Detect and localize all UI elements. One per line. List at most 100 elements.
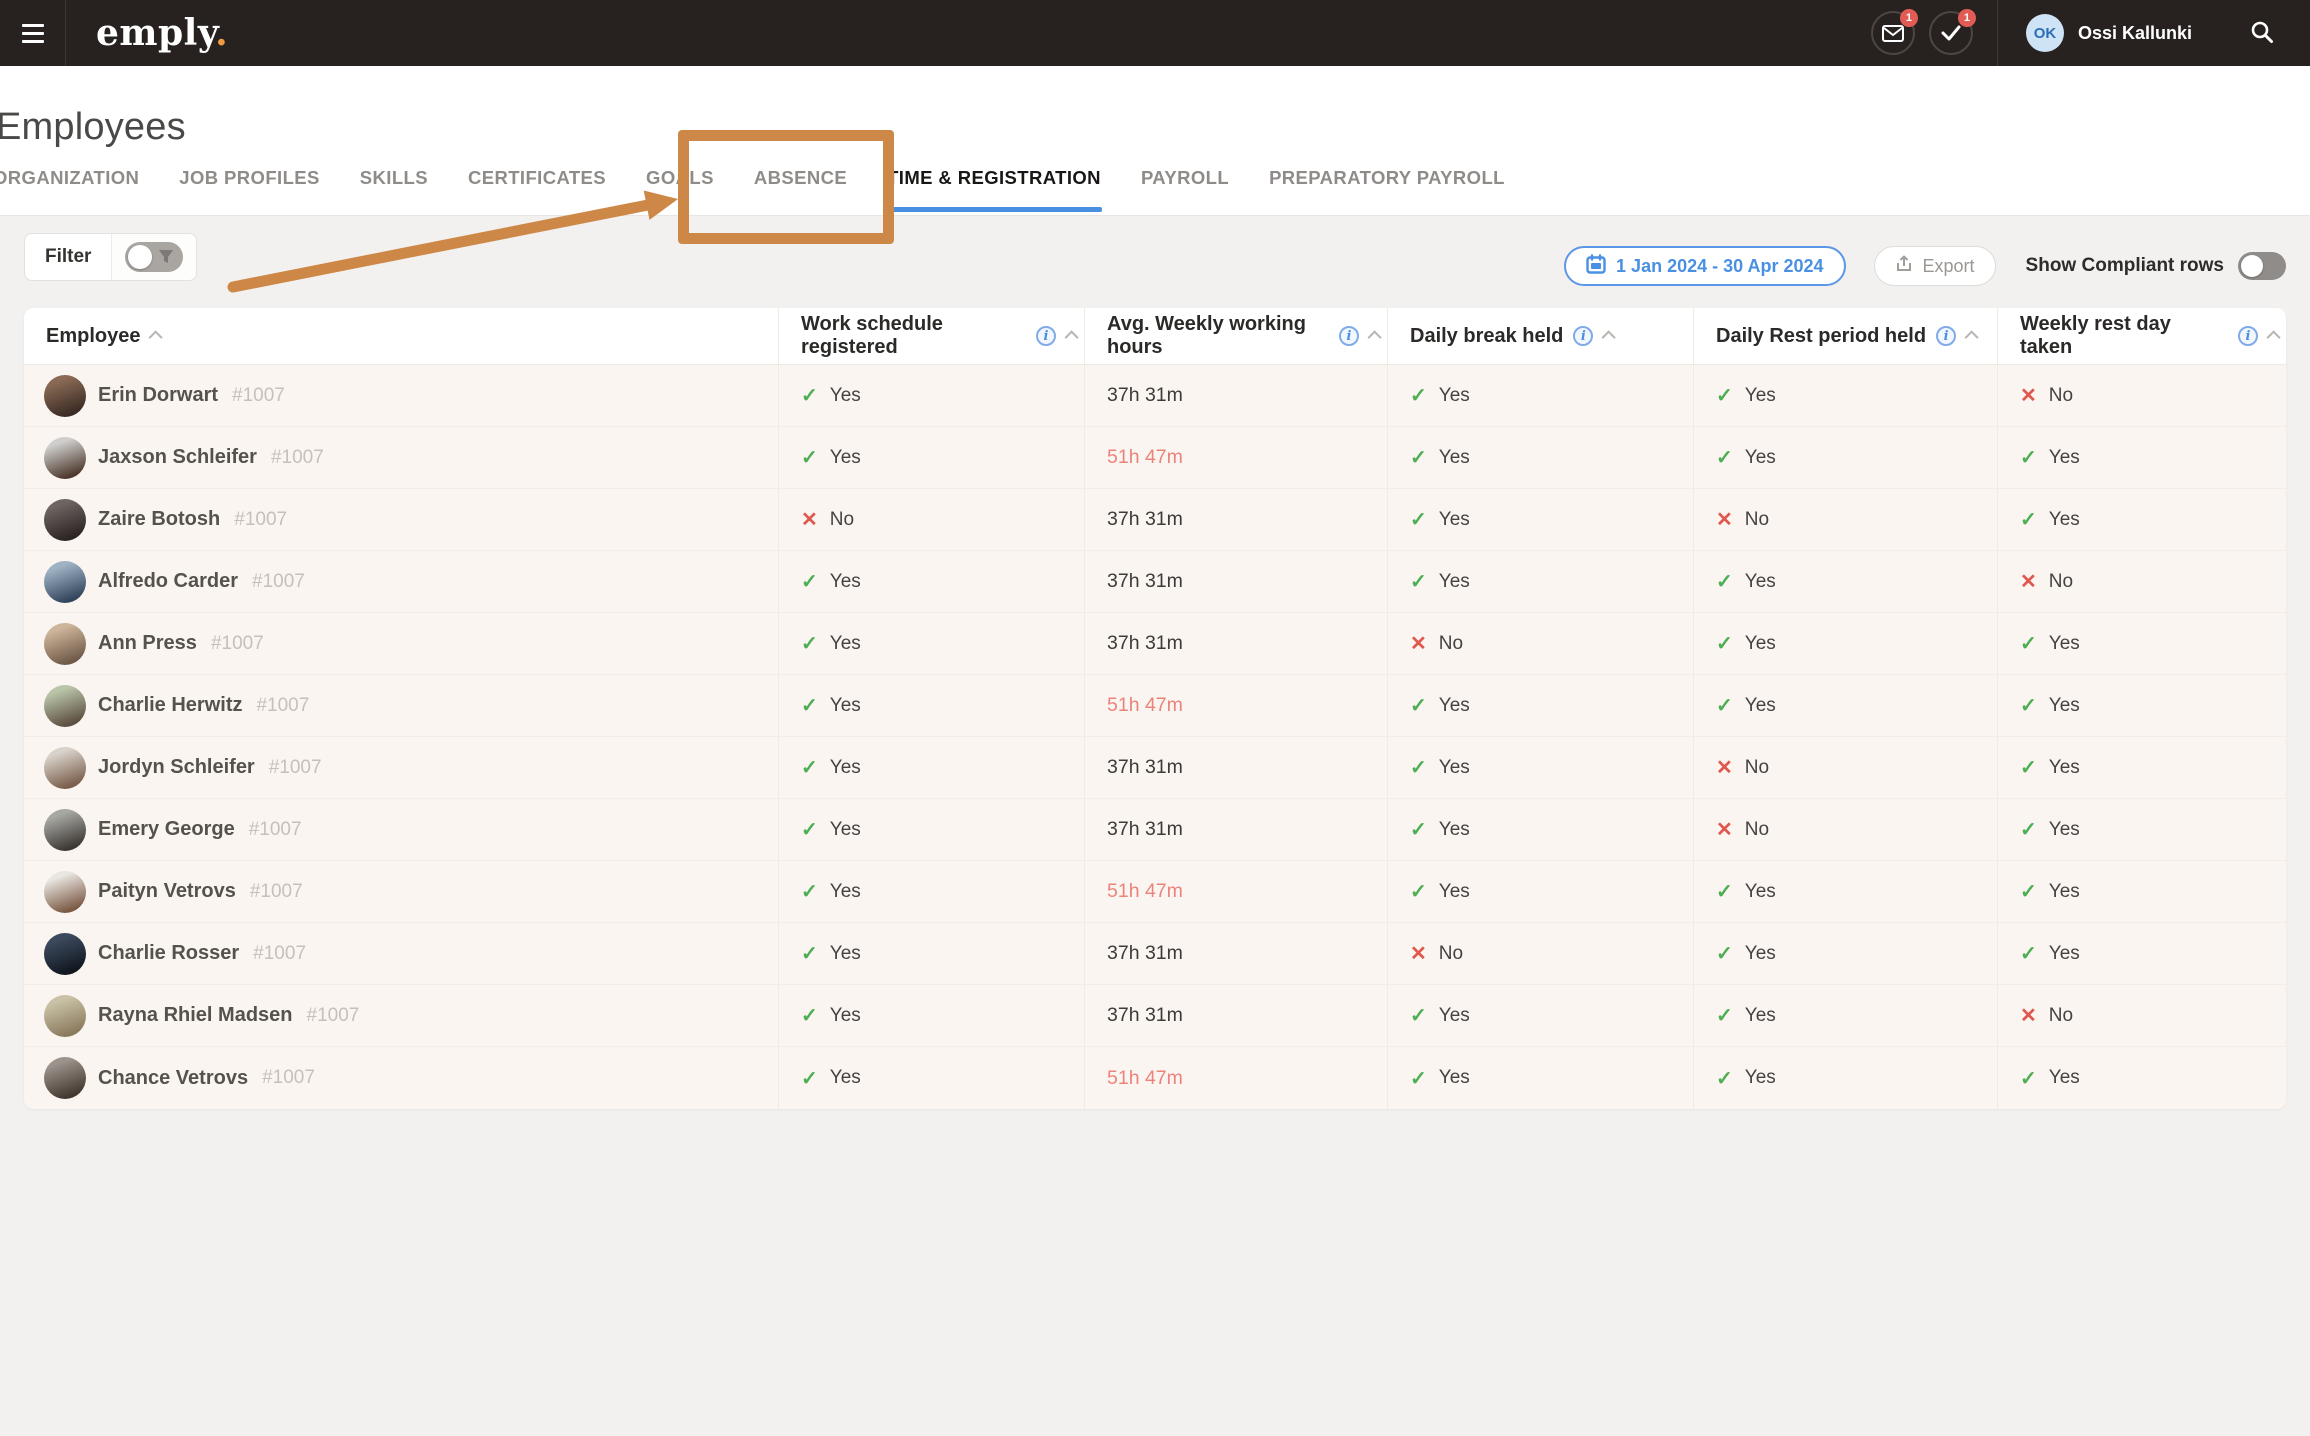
work-schedule-cell: ✓Yes: [778, 427, 1084, 488]
employee-id: #1007: [253, 943, 306, 965]
daily-break-cell-value: Yes: [1439, 385, 1470, 407]
filter-toggle[interactable]: [125, 242, 183, 272]
daily-break-cell: ✕No: [1387, 923, 1693, 984]
employee-avatar: [44, 747, 86, 789]
check-icon: ✓: [1410, 507, 1427, 532]
table-row[interactable]: Jaxson Schleifer#1007✓Yes51h 47m✓Yes✓Yes…: [24, 427, 2286, 489]
table-row[interactable]: Emery George#1007✓Yes37h 31m✓Yes✕No✓Yes: [24, 799, 2286, 861]
employee-name: Erin Dorwart: [98, 384, 218, 407]
check-icon: ✓: [1716, 631, 1733, 656]
employee-avatar: [44, 871, 86, 913]
tab-skills[interactable]: SKILLS: [340, 167, 448, 215]
checkmark-icon: [1941, 25, 1961, 41]
check-icon: ✓: [1716, 383, 1733, 408]
work-schedule-cell: ✓Yes: [778, 737, 1084, 798]
weekly-rest-cell: ✓Yes: [1997, 1047, 2286, 1109]
avg-hours-value: 37h 31m: [1107, 756, 1183, 779]
export-button[interactable]: Export: [1874, 246, 1996, 286]
tab-goals[interactable]: GOALS: [626, 167, 734, 215]
employee-avatar: [44, 437, 86, 479]
column-header-avg-weekly-working-hours[interactable]: Avg. Weekly working hoursi: [1084, 308, 1387, 364]
weekly-rest-cell: ✓Yes: [1997, 923, 2286, 984]
messages-button[interactable]: 1: [1871, 11, 1915, 55]
check-icon: ✓: [1410, 693, 1427, 718]
work-schedule-cell: ✓Yes: [778, 1047, 1084, 1109]
daily-rest-cell: ✓Yes: [1693, 1047, 1997, 1109]
tasks-button[interactable]: 1: [1929, 11, 1973, 55]
avg-hours-cell: 51h 47m: [1084, 861, 1387, 922]
column-header-work-schedule-registered[interactable]: Work schedule registered i: [778, 308, 1084, 364]
hamburger-menu-button[interactable]: [0, 0, 66, 66]
employee-id: #1007: [262, 1067, 315, 1089]
avg-hours-value: 51h 47m: [1107, 446, 1183, 469]
table-row[interactable]: Charlie Rosser#1007✓Yes37h 31m✕No✓Yes✓Ye…: [24, 923, 2286, 985]
check-icon: ✓: [2020, 755, 2037, 780]
work-schedule-cell-value: Yes: [830, 1067, 861, 1089]
tab-job-profiles[interactable]: JOB PROFILES: [159, 167, 340, 215]
table-row[interactable]: Paityn Vetrovs#1007✓Yes51h 47m✓Yes✓Yes✓Y…: [24, 861, 2286, 923]
work-schedule-cell: ✓Yes: [778, 551, 1084, 612]
tab-time-registration[interactable]: TIME & REGISTRATION: [867, 167, 1121, 215]
daily-rest-cell: ✕No: [1693, 489, 1997, 550]
info-icon[interactable]: i: [1339, 326, 1359, 346]
info-icon[interactable]: i: [1036, 326, 1056, 346]
table-row[interactable]: Rayna Rhiel Madsen#1007✓Yes37h 31m✓Yes✓Y…: [24, 985, 2286, 1047]
check-icon: ✓: [2020, 445, 2037, 470]
column-label: Work schedule registered: [801, 313, 1026, 359]
column-header-employee[interactable]: Employee: [24, 308, 778, 364]
work-schedule-cell: ✓Yes: [778, 675, 1084, 736]
avg-hours-value: 37h 31m: [1107, 508, 1183, 531]
daily-rest-cell-value: Yes: [1745, 633, 1776, 655]
daily-break-cell: ✓Yes: [1387, 427, 1693, 488]
daily-rest-cell-value: Yes: [1745, 571, 1776, 593]
show-compliant-toggle[interactable]: [2238, 252, 2286, 280]
cross-icon: ✕: [1716, 755, 1733, 780]
cross-icon: ✕: [2020, 569, 2037, 594]
tab-certificates[interactable]: CERTIFICATES: [448, 167, 626, 215]
daily-break-cell: ✕No: [1387, 613, 1693, 674]
daily-rest-cell: ✓ Yes: [1693, 613, 1997, 674]
column-header-daily-break-held[interactable]: Daily break heldi: [1387, 308, 1693, 364]
check-icon: ✓: [2020, 693, 2037, 718]
check-icon: ✓: [801, 941, 818, 966]
page-title: Employees: [0, 106, 186, 149]
tab-preparatory-payroll[interactable]: PREPARATORY PAYROLL: [1249, 167, 1525, 215]
check-icon: ✓: [1410, 445, 1427, 470]
table-row[interactable]: Zaire Botosh#1007✕No37h 31m✓Yes✕No✓Yes: [24, 489, 2286, 551]
daily-break-cell-value: Yes: [1439, 509, 1470, 531]
table-row[interactable]: Erin Dorwart#1007✓Yes37h 31m✓Yes✓Yes✕No: [24, 365, 2286, 427]
tab-absence[interactable]: ABSENCE: [734, 167, 867, 215]
work-schedule-cell-value: Yes: [830, 633, 861, 655]
table-row[interactable]: Charlie Herwitz#1007✓Yes51h 47m✓Yes✓Yes✓…: [24, 675, 2286, 737]
work-schedule-cell: ✓Yes: [778, 923, 1084, 984]
show-compliant-label: Show Compliant rows: [2026, 255, 2224, 277]
table-row[interactable]: Jordyn Schleifer#1007✓Yes37h 31m✓Yes✕No✓…: [24, 737, 2286, 799]
date-range-button[interactable]: 1 Jan 2024 - 30 Apr 2024: [1564, 246, 1845, 286]
app-logo[interactable]: emply.: [96, 12, 228, 54]
info-icon[interactable]: i: [1573, 326, 1593, 346]
table-row[interactable]: Alfredo Carder#1007✓Yes37h 31m✓Yes✓Yes✕N…: [24, 551, 2286, 613]
info-icon[interactable]: i: [2238, 326, 2258, 346]
daily-break-cell: ✓Yes: [1387, 737, 1693, 798]
tab-organization[interactable]: ORGANIZATION: [0, 167, 159, 215]
employee-name: Emery George: [98, 818, 235, 841]
tab-payroll[interactable]: PAYROLL: [1121, 167, 1249, 215]
user-menu[interactable]: OK Ossi Kallunki: [2020, 13, 2198, 53]
employee-id: #1007: [307, 1005, 360, 1027]
daily-break-cell-value: Yes: [1439, 1067, 1470, 1089]
avg-hours-value: 51h 47m: [1107, 694, 1183, 717]
info-icon[interactable]: i: [1936, 326, 1956, 346]
column-header-daily-rest-period-held[interactable]: Daily Rest period heldi: [1693, 308, 1997, 364]
column-header-weekly-rest-day-taken[interactable]: Weekly rest day takeni: [1997, 308, 2286, 364]
avg-hours-cell: 51h 47m: [1084, 1047, 1387, 1109]
daily-break-cell-value: Yes: [1439, 571, 1470, 593]
table-row[interactable]: Chance Vetrovs#1007✓Yes51h 47m✓Yes✓Yes✓Y…: [24, 1047, 2286, 1109]
table-row[interactable]: Ann Press#1007✓Yes37h 31m✕No✓Yes✓Yes: [24, 613, 2286, 675]
daily-rest-cell: ✕No: [1693, 737, 1997, 798]
daily-rest-cell: ✓Yes: [1693, 551, 1997, 612]
filter-control[interactable]: Filter: [24, 233, 197, 281]
search-button[interactable]: [2244, 19, 2280, 48]
weekly-rest-cell: ✓Yes: [1997, 427, 2286, 488]
app-logo-text: emply: [96, 12, 215, 54]
app-logo-dot: .: [215, 12, 228, 54]
